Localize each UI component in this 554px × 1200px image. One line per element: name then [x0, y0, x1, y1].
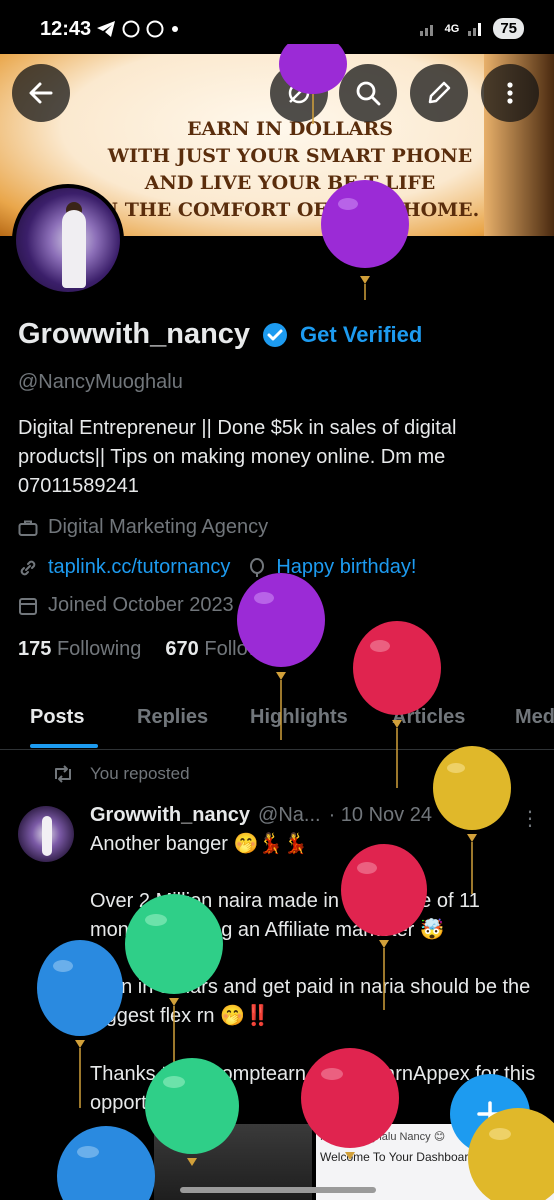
- signal-icon: [419, 24, 433, 36]
- post-handle: @Na...: [258, 804, 321, 826]
- back-arrow-icon: [29, 82, 53, 104]
- verified-badge-icon: [263, 322, 288, 347]
- profile-avatar[interactable]: [12, 184, 124, 296]
- tab-highlights[interactable]: Highlights: [250, 706, 348, 729]
- profile-bio: Digital Entrepreneur || Done $5k in sale…: [18, 417, 457, 497]
- more-vertical-icon: [507, 82, 513, 104]
- tab-posts[interactable]: Posts: [30, 706, 84, 729]
- balloon-icon: [250, 557, 265, 577]
- profile-category: Digital Marketing Agency: [48, 516, 269, 538]
- get-verified-link[interactable]: Get Verified: [300, 322, 422, 348]
- post-text-line: Another banger 🤭💃💃: [90, 833, 309, 855]
- active-tab-indicator: [30, 744, 98, 748]
- edit-button[interactable]: [410, 64, 468, 122]
- banner-text: EARN IN DOLLARS WITH JUST YOUR SMART PHO…: [100, 118, 480, 221]
- profile-handle: @NancyMuoghalu: [18, 371, 183, 393]
- tab-articles[interactable]: Articles: [392, 706, 465, 729]
- telegram-icon: [97, 21, 115, 37]
- more-button[interactable]: [481, 64, 539, 122]
- post-text-line: Earn in dollars and get paid in naria sh…: [90, 976, 531, 1027]
- display-name: Growwith_nancy: [18, 318, 251, 350]
- joined-date: Joined October 2023: [48, 594, 234, 616]
- link-icon: [20, 560, 36, 575]
- joined-row: Joined October 2023: [18, 594, 234, 617]
- home-indicator[interactable]: [180, 1187, 376, 1193]
- status-time: 12:43: [40, 18, 92, 40]
- grok-icon: [288, 82, 310, 104]
- signal-icon-2: [468, 22, 482, 36]
- battery-indicator: 75: [493, 18, 524, 39]
- following-link[interactable]: 175 Following: [18, 638, 141, 661]
- whatsapp-icon-2: [146, 20, 164, 38]
- tab-replies[interactable]: Replies: [137, 706, 208, 729]
- follow-stats: 175 Following 670 Followers: [18, 638, 290, 661]
- repost-icon: [55, 765, 71, 783]
- post-author[interactable]: Growwith_nancy: [90, 804, 250, 827]
- network-type: 4G: [444, 22, 460, 35]
- system-icons: 4G 75: [419, 18, 524, 39]
- balloon-icon: [433, 746, 511, 894]
- edit-icon: [428, 81, 451, 104]
- balloon-icon: [57, 1126, 155, 1200]
- post-text-line: Over 2 Million naira made in the space o…: [90, 890, 480, 941]
- post-header: Growwith_nancy @Na... · 10 Nov 24: [90, 804, 432, 827]
- search-icon: [356, 81, 381, 106]
- followers-link[interactable]: 670 Followers: [165, 638, 290, 661]
- dot-icon: [172, 26, 178, 32]
- website-link[interactable]: taplink.cc/tutornancy: [48, 556, 230, 579]
- grok-button[interactable]: [270, 64, 328, 122]
- post-more-button[interactable]: ⋮: [520, 806, 540, 831]
- briefcase-icon: [18, 520, 38, 536]
- calendar-icon: [19, 597, 37, 615]
- profile-tabs: Posts Replies Highlights Articles Med: [0, 700, 554, 750]
- search-button[interactable]: [339, 64, 397, 122]
- name-row: Growwith_nancy Get Verified: [18, 318, 422, 351]
- post-avatar[interactable]: [18, 806, 74, 862]
- links-row: taplink.cc/tutornancy Happy birthday!: [18, 556, 416, 579]
- compose-plus-icon: [477, 1101, 503, 1127]
- back-button[interactable]: [12, 64, 70, 122]
- tab-media[interactable]: Med: [515, 706, 554, 729]
- post-date: · 10 Nov 24: [328, 804, 432, 826]
- notification-icons: [96, 20, 180, 38]
- compose-button[interactable]: [450, 1074, 530, 1154]
- status-bar: 12:43 4G 75: [0, 0, 554, 54]
- whatsapp-icon: [122, 20, 140, 38]
- category-row: Digital Marketing Agency: [18, 516, 268, 539]
- birthday-link[interactable]: Happy birthday!: [276, 556, 416, 579]
- repost-indicator: You reposted: [52, 764, 190, 784]
